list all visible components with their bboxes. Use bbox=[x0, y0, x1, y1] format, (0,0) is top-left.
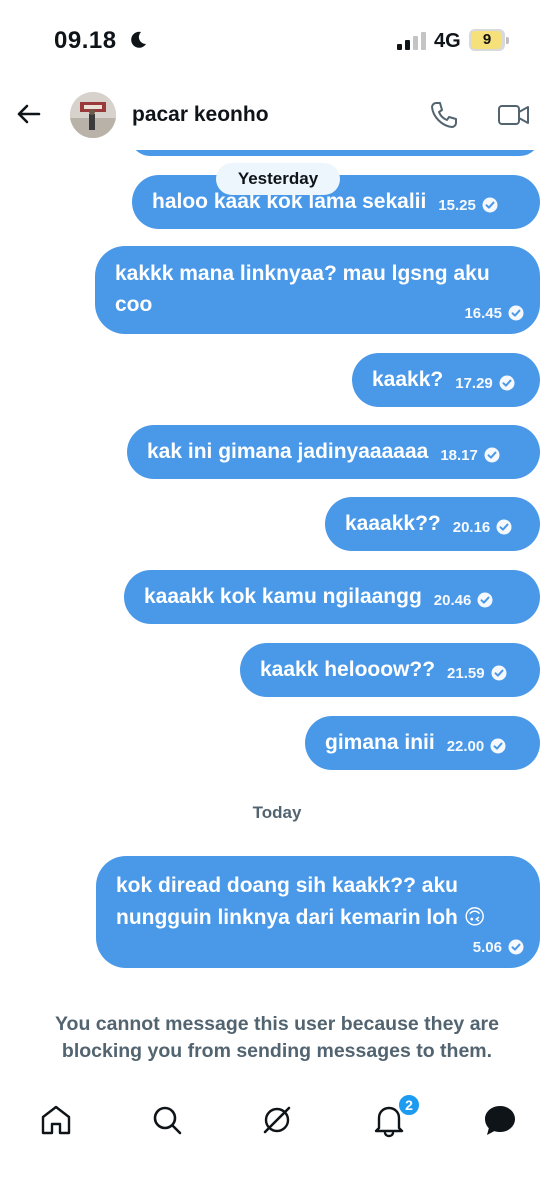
message-text: kaaakk?? bbox=[345, 512, 441, 535]
message-time: 22.00 bbox=[447, 738, 507, 755]
message-text-line1: kok diread doang sih kaakk?? aku bbox=[116, 874, 458, 897]
message-text-line1: kakkk mana linknyaa? mau lgsng aku bbox=[115, 262, 490, 285]
message-time: 17.29 bbox=[455, 375, 515, 392]
read-check-icon bbox=[508, 939, 524, 955]
message-time: 21.59 bbox=[447, 665, 507, 682]
avatar-image bbox=[70, 92, 116, 138]
message-text: gimana inii bbox=[325, 731, 435, 754]
message-time: 5.06 bbox=[473, 939, 524, 956]
bottom-nav: 2 bbox=[0, 1090, 554, 1150]
message-text: kak ini gimana jadinyaaaaaa bbox=[147, 440, 429, 463]
read-check-icon bbox=[490, 738, 506, 753]
avatar[interactable] bbox=[70, 92, 116, 138]
message-bubble[interactable]: kaakk helooow?? 21.59 bbox=[240, 643, 540, 697]
blocked-notice: You cannot message this user because the… bbox=[55, 1013, 499, 1062]
back-arrow-icon[interactable] bbox=[12, 97, 46, 131]
home-icon[interactable] bbox=[36, 1100, 76, 1140]
message-bubble[interactable]: kok diread doang sih kaakk?? aku nunggui… bbox=[96, 856, 540, 968]
notifications-badge[interactable]: 2 bbox=[398, 1094, 420, 1116]
message-bubble[interactable]: kaaakk?? 20.16 bbox=[325, 497, 540, 551]
message-time: 18.17 bbox=[440, 447, 500, 464]
read-check-icon bbox=[491, 665, 507, 680]
read-check-icon bbox=[484, 447, 500, 462]
upside-down-face-emoji: 🙃 bbox=[463, 905, 486, 929]
date-separator-yesterday: Yesterday bbox=[216, 163, 340, 195]
phone-icon[interactable] bbox=[426, 97, 462, 133]
messages-icon[interactable] bbox=[480, 1100, 520, 1140]
conversation-header: pacar keonho bbox=[0, 80, 554, 150]
read-check-icon bbox=[496, 519, 512, 534]
message-bubble[interactable]: gimana inii 22.00 bbox=[305, 716, 540, 770]
message-text-line2: coo bbox=[115, 293, 153, 316]
message-bubble[interactable]: kaakk? 17.29 bbox=[352, 353, 540, 407]
message-text-line2: nungguin linknya dari kemarin loh bbox=[116, 906, 458, 929]
message-text: kaaakk kok kamu ngilaangg bbox=[144, 585, 422, 608]
contact-name[interactable]: pacar keonho bbox=[132, 103, 269, 127]
message-bubble[interactable]: kaaakk kok kamu ngilaangg 20.46 bbox=[124, 570, 540, 624]
message-time: 15.25 bbox=[438, 197, 498, 214]
read-check-icon bbox=[499, 375, 515, 390]
message-bubble[interactable]: kakkk mana linknyaa? mau lgsng aku coo 1… bbox=[95, 246, 540, 334]
search-icon[interactable] bbox=[147, 1100, 187, 1140]
message-time: 20.46 bbox=[434, 592, 494, 609]
read-check-icon bbox=[482, 197, 498, 212]
message-time: 20.16 bbox=[453, 519, 513, 536]
message-time: 16.45 bbox=[464, 305, 524, 322]
message-text-line2-wrap: nungguin linknya dari kemarin loh 🙃 bbox=[116, 902, 524, 933]
chat-thread[interactable]: haloo kaak kok lama sekalii 15.25 Yester… bbox=[0, 0, 554, 1200]
read-check-icon bbox=[508, 305, 524, 321]
message-bubble[interactable]: kak ini gimana jadinyaaaaaa 18.17 bbox=[127, 425, 540, 479]
date-separator-today: Today bbox=[252, 803, 302, 822]
message-text: kaakk? bbox=[372, 368, 444, 391]
video-call-icon[interactable] bbox=[496, 97, 532, 133]
message-text: kaakk helooow?? bbox=[260, 658, 436, 681]
grok-icon[interactable] bbox=[257, 1100, 297, 1140]
read-check-icon bbox=[477, 592, 493, 607]
